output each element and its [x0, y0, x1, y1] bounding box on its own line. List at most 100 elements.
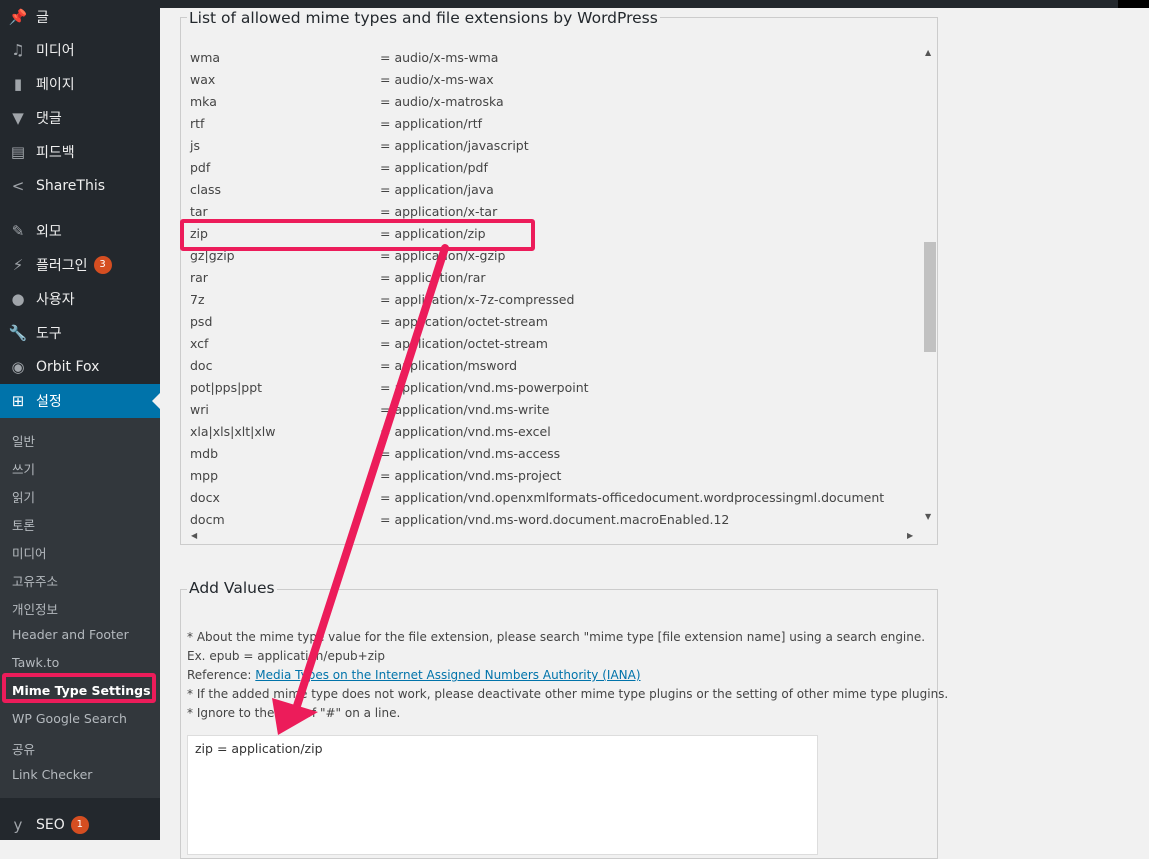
pin-icon: 📌 — [8, 8, 28, 26]
help-text-5: * Ignore to the end of "#" on a line. — [187, 706, 401, 720]
plugin-count-badge: 3 — [93, 256, 112, 274]
scrollbar-thumb[interactable] — [924, 242, 936, 352]
scroll-up-icon[interactable]: ▲ — [925, 48, 931, 57]
menu-label: 글 — [36, 10, 49, 26]
submenu-wp-google-search[interactable]: WP Google Search — [12, 711, 127, 726]
submenu-sharing[interactable]: 공유 — [12, 739, 35, 758]
iana-link[interactable]: Media Types on the Internet Assigned Num… — [255, 668, 640, 682]
mime-type: = application/octet-stream — [380, 314, 548, 329]
comment-icon: ▼ — [12, 109, 24, 127]
mime-list-scrollbar[interactable]: ▲ ▼ — [924, 44, 936, 528]
help-text-2: Ex. epub = application/epub+zip — [187, 649, 385, 663]
ext: doc — [190, 358, 213, 373]
ext: xla|xls|xlt|xlw — [190, 424, 276, 439]
mime-type: = application/pdf — [380, 160, 488, 175]
mime-list[interactable]: wma = audio/x-ms-wma wax = audio/x-ms-wax … — [181, 28, 924, 528]
mime-type: = application/msword — [380, 358, 518, 373]
wrench-icon: 🔧 — [8, 324, 28, 342]
ext: pdf — [190, 160, 211, 175]
mime-list-hscrollbar[interactable]: ◀ ▶ — [181, 528, 924, 544]
ext: 7z — [190, 292, 205, 307]
ext: rtf — [190, 116, 205, 131]
ext: wax — [190, 72, 216, 87]
admin-sidebar: 📌 글 ♫ 미디어 ▮ 페이지 ▼ 댓글 ▤ 피드백 < ShareThis ✎… — [0, 0, 160, 840]
mime-type: = application/vnd.ms-powerpoint — [380, 380, 589, 395]
menu-label: 사용자 — [36, 292, 75, 308]
menu-sharethis[interactable]: < ShareThis — [0, 169, 160, 203]
mime-type: = audio/x-ms-wax — [380, 72, 494, 87]
mime-type: = application/vnd.ms-write — [380, 402, 550, 417]
menu-label: 플러그인 — [36, 258, 88, 274]
mime-type: = application/x-tar — [380, 204, 498, 219]
menu-settings[interactable]: ⊞ 설정 — [0, 384, 160, 418]
menu-label: SEO — [36, 817, 65, 833]
menu-plugins[interactable]: ⚡ 플러그인 3 — [0, 248, 160, 282]
ext: docx — [190, 490, 220, 505]
submenu-media[interactable]: 미디어 — [12, 543, 47, 562]
zip-annotation-box — [180, 219, 535, 251]
mime-list-legend: List of allowed mime types and file exte… — [187, 9, 660, 27]
mime-type: = application/octet-stream — [380, 336, 548, 351]
mime-type: = application/vnd.ms-word.document.macro… — [380, 512, 730, 527]
fox-icon: ◉ — [11, 358, 25, 376]
scroll-down-icon[interactable]: ▼ — [925, 512, 931, 521]
menu-orbit-fox[interactable]: ◉ Orbit Fox — [0, 350, 160, 384]
submenu-discussion[interactable]: 토론 — [12, 515, 35, 534]
ext: wri — [190, 402, 209, 417]
mime-type: = application/java — [380, 182, 494, 197]
yoast-icon: y — [13, 816, 23, 834]
reference-label: Reference: — [187, 668, 256, 682]
seo-count-badge: 1 — [70, 816, 89, 834]
menu-label: 외모 — [36, 224, 62, 240]
menu-label: 페이지 — [36, 77, 75, 93]
media-icon: ♫ — [11, 41, 25, 59]
share-icon: < — [11, 177, 25, 195]
submenu-privacy[interactable]: 개인정보 — [12, 599, 58, 618]
mime-type: = application/vnd.ms-excel — [380, 424, 551, 439]
page-icon: ▮ — [13, 75, 23, 93]
feedback-icon: ▤ — [10, 143, 26, 161]
menu-users[interactable]: ● 사용자 — [0, 282, 160, 316]
submenu-tawkto[interactable]: Tawk.to — [12, 655, 59, 670]
ext: js — [190, 138, 200, 153]
submenu-writing[interactable]: 쓰기 — [12, 459, 35, 478]
submenu-link-checker[interactable]: Link Checker — [12, 767, 92, 782]
help-text-4: * If the added mime type does not work, … — [187, 687, 949, 701]
mime-type: = application/x-7z-compressed — [380, 292, 575, 307]
menu-label: Orbit Fox — [36, 359, 100, 375]
menu-pages[interactable]: ▮ 페이지 — [0, 67, 160, 101]
ext: pot|pps|ppt — [190, 380, 263, 395]
scroll-right-icon[interactable]: ▶ — [907, 531, 913, 540]
submenu-annotation-box — [2, 673, 156, 703]
menu-label: ShareThis — [36, 178, 106, 194]
mime-type: = application/vnd.openxmlformats-officed… — [380, 490, 885, 505]
add-values-legend: Add Values — [187, 579, 277, 597]
menu-comments[interactable]: ▼ 댓글 — [0, 101, 160, 135]
menu-label: 댓글 — [36, 111, 62, 127]
menu-label: 피드백 — [36, 145, 75, 161]
mime-type: = audio/x-matroska — [380, 94, 504, 109]
user-icon: ● — [11, 290, 25, 308]
submenu-permalinks[interactable]: 고유주소 — [12, 571, 58, 590]
ext: mpp — [190, 468, 219, 483]
mime-type: = application/javascript — [380, 138, 529, 153]
menu-tools[interactable]: 🔧 도구 — [0, 316, 160, 350]
ext: mka — [190, 94, 217, 109]
menu-posts[interactable]: 📌 글 — [0, 0, 160, 34]
ext: wma — [190, 50, 221, 65]
mime-type: = application/rar — [380, 270, 486, 285]
help-text-1: * About the mime type value for the file… — [187, 630, 926, 644]
submenu-general[interactable]: 일반 — [12, 431, 35, 450]
menu-feedback[interactable]: ▤ 피드백 — [0, 135, 160, 169]
menu-appearance[interactable]: ✎ 외모 — [0, 214, 160, 248]
submenu-header-footer[interactable]: Header and Footer — [12, 627, 129, 642]
scroll-left-icon[interactable]: ◀ — [191, 531, 197, 540]
submenu-reading[interactable]: 읽기 — [12, 487, 35, 506]
menu-seo[interactable]: y SEO 1 — [0, 808, 160, 842]
ext: psd — [190, 314, 213, 329]
admin-bar — [160, 0, 1149, 8]
add-values-textarea[interactable]: zip = application/zip — [187, 735, 818, 855]
menu-media[interactable]: ♫ 미디어 — [0, 33, 160, 67]
mime-type: = audio/x-ms-wma — [380, 50, 499, 65]
plugin-icon: ⚡ — [12, 256, 24, 274]
